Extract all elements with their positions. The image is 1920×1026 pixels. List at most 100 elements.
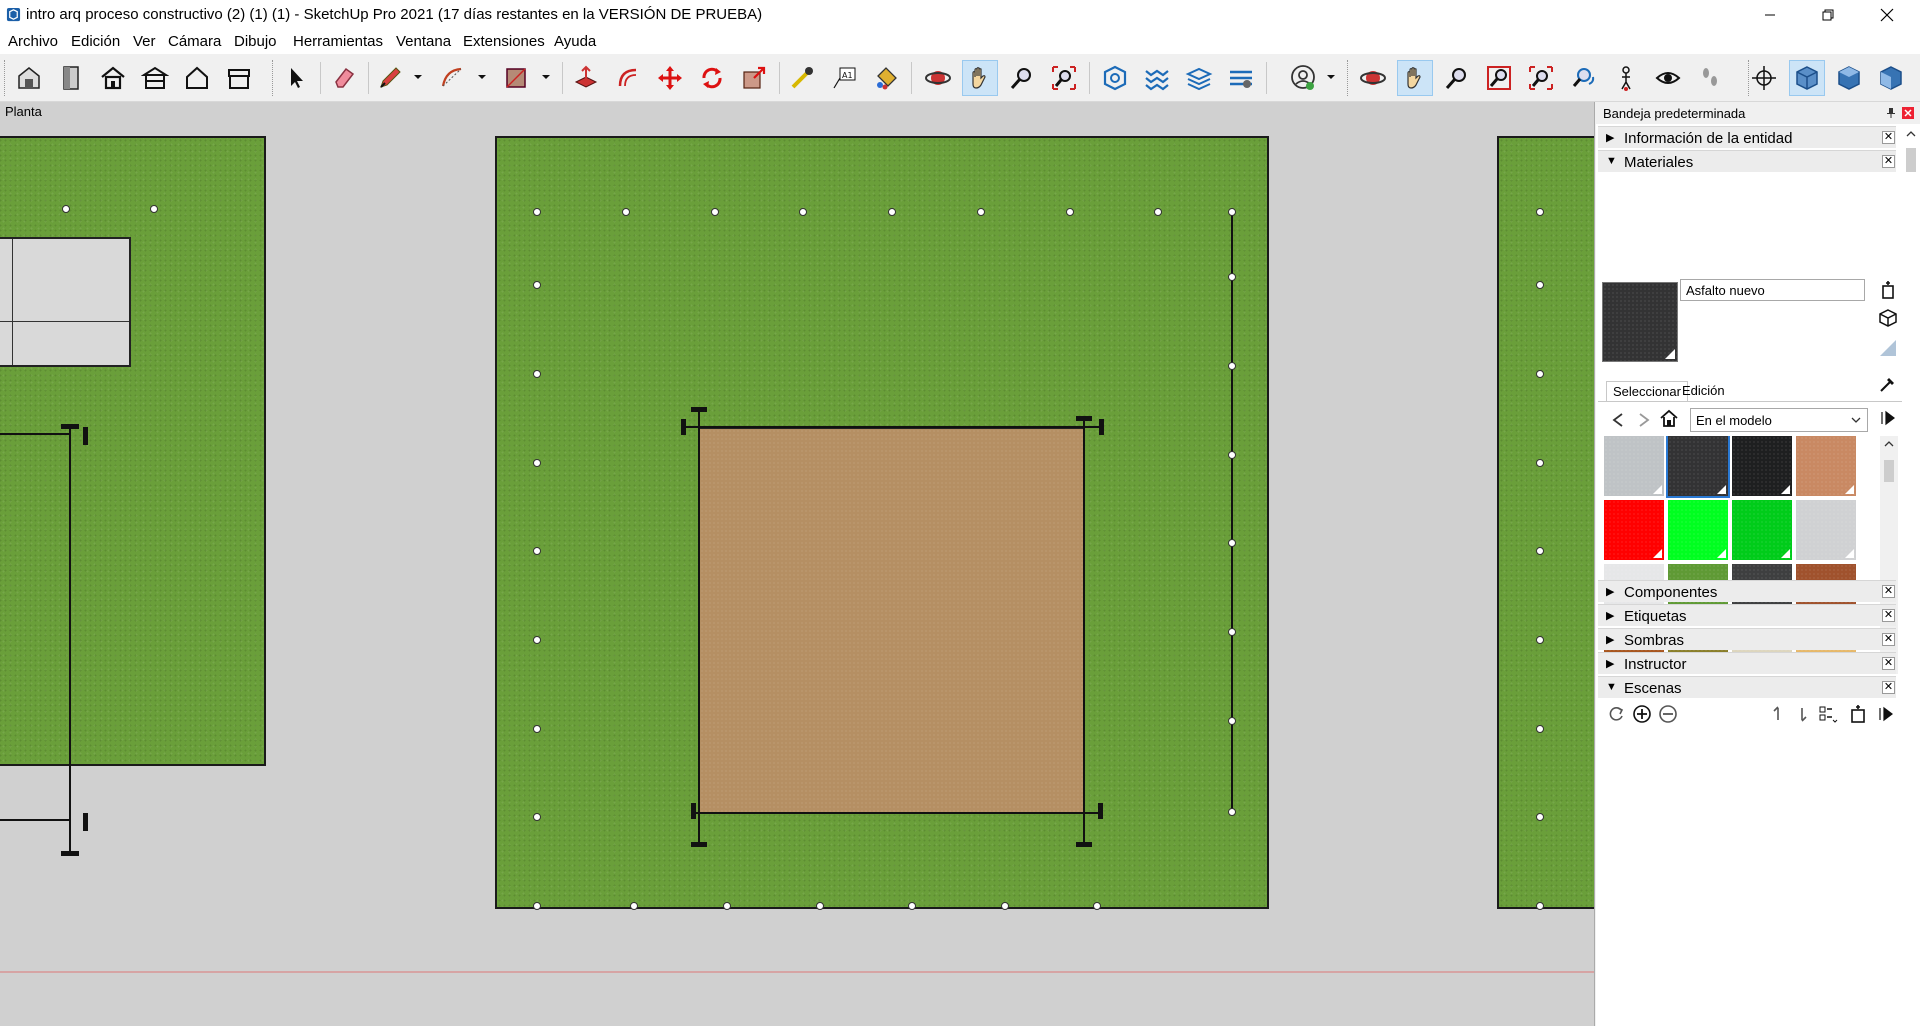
look-around-tool[interactable] <box>1650 60 1686 96</box>
refresh-icon[interactable] <box>1606 704 1626 724</box>
pan2-tool[interactable] <box>1397 60 1433 96</box>
push-pull-tool[interactable] <box>568 60 604 96</box>
chevron-down-icon[interactable] <box>413 73 423 81</box>
scene-settings-icon[interactable] <box>1848 704 1868 724</box>
menu-edicion[interactable]: Edición <box>71 33 120 50</box>
tab-edicion[interactable]: Edición <box>1676 381 1731 401</box>
door-tool[interactable] <box>53 60 89 96</box>
close-icon[interactable]: ✕ <box>1882 131 1895 144</box>
material-swatch-green[interactable] <box>1732 500 1792 560</box>
material-name-field[interactable] <box>1680 279 1865 301</box>
remove-scene-icon[interactable] <box>1658 704 1678 724</box>
collection-select[interactable]: En el modelo <box>1690 408 1868 432</box>
menu-dibujo[interactable]: Dibujo <box>234 33 277 50</box>
tape-measure-tool[interactable] <box>784 60 820 96</box>
house-shed-tool[interactable] <box>221 60 257 96</box>
details-arrow-icon[interactable] <box>1876 704 1896 724</box>
orbit-tool[interactable] <box>920 60 956 96</box>
toolbar-grip[interactable] <box>4 60 6 96</box>
panel-shadows[interactable]: ▶ Sombras ✕ <box>1598 628 1896 650</box>
text-tool[interactable]: A1 <box>826 60 862 96</box>
solid-tools-tool[interactable] <box>1097 60 1133 96</box>
panel-scenes[interactable]: ▼ Escenas ✕ <box>1598 676 1896 698</box>
menu-herramientas[interactable]: Herramientas <box>293 33 383 50</box>
close-icon[interactable]: ✕ <box>1882 681 1895 694</box>
scale-tool[interactable] <box>736 60 772 96</box>
create-material-icon[interactable] <box>1878 280 1898 300</box>
chevron-down-icon[interactable] <box>541 73 551 81</box>
material-preview[interactable] <box>1602 282 1678 362</box>
offset-tool[interactable] <box>610 60 646 96</box>
material-swatch-asphalt-new[interactable] <box>1666 436 1730 498</box>
move-scene-down-icon[interactable] <box>1792 704 1812 724</box>
zoom-tool[interactable] <box>1004 60 1040 96</box>
move-scene-up-icon[interactable] <box>1768 704 1788 724</box>
close-icon[interactable]: ✕ <box>1882 633 1895 646</box>
chevron-down-icon[interactable] <box>477 73 487 81</box>
menu-ver[interactable]: Ver <box>133 33 156 50</box>
rectangle-tool[interactable] <box>498 60 534 96</box>
select-tool[interactable] <box>278 60 314 96</box>
move-tool[interactable] <box>652 60 688 96</box>
menu-ayuda[interactable]: Ayuda <box>554 33 596 50</box>
back-arrow-icon[interactable] <box>1608 410 1628 430</box>
details-arrow-icon[interactable] <box>1878 408 1898 428</box>
pin-icon[interactable] <box>1886 107 1896 119</box>
tray-scrollbar[interactable] <box>1902 124 1920 1026</box>
material-swatch-concrete-light[interactable] <box>1796 500 1856 560</box>
material-swatch-black-asphalt[interactable] <box>1732 436 1792 496</box>
close-icon[interactable]: ✕ <box>1882 657 1895 670</box>
close-icon[interactable]: ✕ <box>1882 155 1895 168</box>
material-cube-icon[interactable] <box>1878 308 1898 328</box>
toolbar-grip[interactable] <box>1347 60 1349 96</box>
house-outline-tool[interactable] <box>179 60 215 96</box>
restore-button[interactable] <box>1805 0 1851 30</box>
close-icon[interactable]: ✕ <box>1882 609 1895 622</box>
layers-tool[interactable] <box>1181 60 1217 96</box>
home-icon[interactable] <box>1659 408 1679 428</box>
orbit2-tool[interactable] <box>1355 60 1391 96</box>
toolbar-grip[interactable] <box>272 60 274 96</box>
sample-paint-icon[interactable] <box>1878 338 1898 358</box>
material-swatch-red[interactable] <box>1604 500 1664 560</box>
zoom2-tool[interactable] <box>1439 60 1475 96</box>
previous-view-tool[interactable] <box>1565 60 1601 96</box>
material-swatch-terracotta[interactable] <box>1796 436 1856 496</box>
rotate-tool[interactable] <box>694 60 730 96</box>
model-viewport[interactable]: Planta <box>0 102 1595 1026</box>
top-view-tool[interactable] <box>1831 60 1867 96</box>
panel-materials[interactable]: ▼ Materiales ✕ <box>1598 150 1896 172</box>
iso-view-tool[interactable] <box>1789 60 1825 96</box>
eraser-tool[interactable] <box>326 60 362 96</box>
axes-tool[interactable] <box>1746 60 1782 96</box>
front-view-tool[interactable] <box>1873 60 1909 96</box>
house-section-tool[interactable] <box>137 60 173 96</box>
panel-tags[interactable]: ▶ Etiquetas ✕ <box>1598 604 1896 626</box>
profile-tool[interactable] <box>1285 60 1321 96</box>
warehouse-tool[interactable] <box>11 60 47 96</box>
zoom-extents2-tool[interactable] <box>1523 60 1559 96</box>
forward-arrow-icon[interactable] <box>1634 410 1654 430</box>
zoom-window-tool[interactable] <box>1481 60 1517 96</box>
paint-bucket-tool[interactable] <box>868 60 904 96</box>
eyedropper-icon[interactable] <box>1878 374 1898 394</box>
menu-camara[interactable]: Cámara <box>168 33 221 50</box>
material-swatch-bright-green[interactable] <box>1668 500 1728 560</box>
view-options-icon[interactable] <box>1818 704 1838 724</box>
walk-tool[interactable] <box>1692 60 1728 96</box>
menu-ventana[interactable]: Ventana <box>396 33 451 50</box>
zoom-extents-tool[interactable] <box>1046 60 1082 96</box>
panel-components[interactable]: ▶ Componentes ✕ <box>1598 580 1896 602</box>
pan-tool[interactable] <box>962 60 998 96</box>
chevron-down-icon[interactable] <box>1326 73 1336 81</box>
close-button[interactable] <box>1864 0 1910 30</box>
position-camera-tool[interactable] <box>1608 60 1644 96</box>
add-scene-icon[interactable] <box>1632 704 1652 724</box>
panel-instructor[interactable]: ▶ Instructor ✕ <box>1598 652 1896 674</box>
tray-close-button[interactable] <box>1902 107 1914 119</box>
styles-tool[interactable] <box>1223 60 1259 96</box>
section-plane-tool[interactable] <box>1139 60 1175 96</box>
pencil-tool[interactable] <box>372 60 408 96</box>
scrollbar-thumb[interactable] <box>1906 148 1916 172</box>
menu-extensiones[interactable]: Extensiones <box>463 33 545 50</box>
